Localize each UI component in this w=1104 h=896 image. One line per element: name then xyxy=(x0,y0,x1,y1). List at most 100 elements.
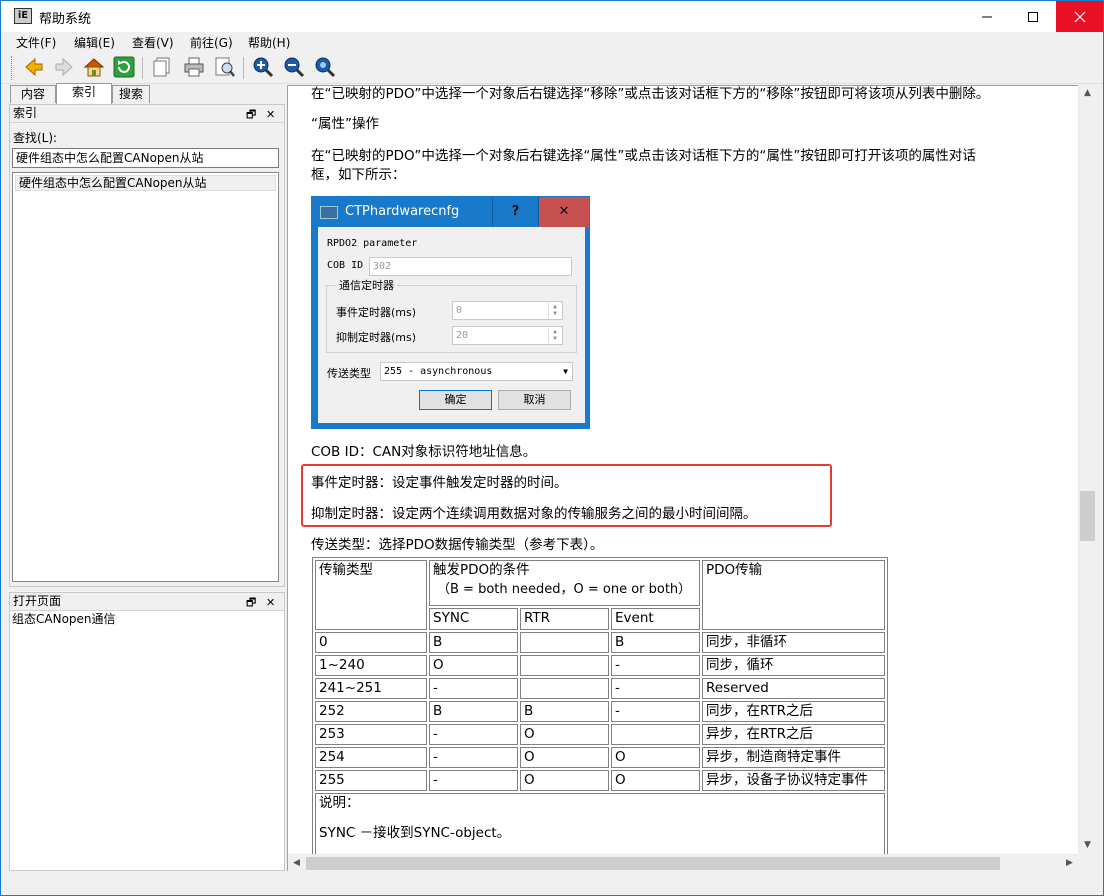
dialog-body: RPDO2 parameter COB ID 302 通信定时器 事件定时器(m… xyxy=(318,227,585,423)
transmission-type-table: 传输类型 触发PDO的条件 （B = both needed，O = one o… xyxy=(312,557,888,866)
copy-icon[interactable] xyxy=(151,55,175,79)
table-header-type: 传输类型 xyxy=(315,560,427,630)
dialog-ok-button: 确定 xyxy=(419,390,492,410)
note-title: 说明： xyxy=(319,795,360,811)
tab-index[interactable]: 索引 xyxy=(56,83,112,104)
list-item[interactable]: 硬件组态中怎么配置CANopen从站 xyxy=(15,175,276,191)
table-header-pdo: PDO传输 xyxy=(702,560,885,630)
float-pane-icon[interactable]: 🗗 xyxy=(246,594,256,611)
dialog-inhibit-value: 20 xyxy=(456,330,469,341)
scroll-left-icon[interactable]: ◀ xyxy=(288,855,305,872)
table-header-condition: 触发PDO的条件 （B = both needed，O = one or bot… xyxy=(429,560,700,607)
table-cell: O xyxy=(520,770,609,791)
header-note: （B = both needed，O = one or both） xyxy=(437,582,692,597)
table-cell: - xyxy=(429,678,518,699)
zoom-reset-icon[interactable] xyxy=(313,55,337,79)
forward-icon[interactable] xyxy=(52,55,76,79)
table-row: 241~251 - - Reserved xyxy=(315,678,885,699)
toolbar-separator xyxy=(142,57,143,79)
table-cell: - xyxy=(429,724,518,745)
dialog-image: CTPhardwarecnfg ? ✕ RPDO2 parameter COB … xyxy=(311,196,590,429)
dialog-cob-label: COB ID xyxy=(327,260,364,271)
menu-go[interactable]: 前往(G) xyxy=(190,34,233,51)
zoom-in-icon[interactable] xyxy=(251,55,275,79)
table-cell: 253 xyxy=(315,724,427,745)
refresh-icon[interactable] xyxy=(112,55,136,79)
table-cell: B xyxy=(429,701,518,722)
scroll-down-icon[interactable]: ▼ xyxy=(1079,837,1096,854)
table-cell: B xyxy=(611,632,700,653)
scroll-right-icon[interactable]: ▶ xyxy=(1061,855,1078,872)
content-paragraph: 事件定时器：设定事件触发定时器的时间。 xyxy=(311,475,568,491)
table-cell: 同步，非循环 xyxy=(702,632,885,653)
table-cell: 异步，制造商特定事件 xyxy=(702,747,885,768)
dialog-event-value: 0 xyxy=(456,305,463,316)
toolbar xyxy=(1,52,1103,84)
table-cell: B xyxy=(429,632,518,653)
dialog-group-label: 通信定时器 xyxy=(336,277,397,293)
back-icon[interactable] xyxy=(22,55,46,79)
zoom-out-icon[interactable] xyxy=(282,55,306,79)
horizontal-scrollbar[interactable]: ◀ ▶ xyxy=(288,854,1078,871)
dialog-type-label: 传送类型 xyxy=(327,367,371,380)
open-pages-title: 打开页面 xyxy=(13,594,62,608)
dialog-app-icon xyxy=(320,206,338,219)
open-pages-header: 打开页面 🗗 ✕ xyxy=(10,593,284,611)
print-icon[interactable] xyxy=(182,55,206,79)
maximize-button[interactable] xyxy=(1010,1,1056,32)
find-input[interactable]: 硬件组态中怎么配置CANopen从站 xyxy=(12,148,279,168)
close-pane-icon[interactable]: ✕ xyxy=(266,106,275,123)
dialog-cob-field: 302 xyxy=(369,257,572,276)
menu-edit[interactable]: 编辑(E) xyxy=(74,34,115,51)
table-cell: 252 xyxy=(315,701,427,722)
scroll-thumb[interactable] xyxy=(1080,491,1095,541)
close-pane-icon[interactable]: ✕ xyxy=(266,594,275,611)
table-cell: 异步，设备子协议特定事件 xyxy=(702,770,885,791)
nav-tabs: 内容 索引 搜索 xyxy=(9,83,285,104)
table-note-row: 说明： SYNC －接收到SYNC-object。 xyxy=(315,793,885,863)
spinner-icon: ▲ ▼ xyxy=(548,328,561,343)
scroll-thumb[interactable] xyxy=(306,857,1000,870)
table-subheader: RTR xyxy=(520,608,609,630)
menu-file[interactable]: 文件(F) xyxy=(16,34,56,51)
toolbar-grip[interactable] xyxy=(11,56,14,80)
minimize-button[interactable] xyxy=(964,1,1010,32)
spinner-icon: ▲ ▼ xyxy=(548,303,561,318)
table-cell: 255 xyxy=(315,770,427,791)
app-icon: iE xyxy=(14,8,32,24)
table-cell xyxy=(520,678,609,699)
scroll-corner xyxy=(1078,854,1095,871)
menu-view[interactable]: 查看(V) xyxy=(132,34,174,51)
content-paragraph: COB ID：CAN对象标识符地址信息。 xyxy=(311,444,537,460)
dialog-type-value: 255 - asynchronous xyxy=(384,366,493,377)
tab-search[interactable]: 搜索 xyxy=(112,85,150,103)
table-cell xyxy=(520,632,609,653)
home-icon[interactable] xyxy=(82,55,106,79)
index-pane-header: 索引 🗗 ✕ xyxy=(10,105,284,123)
index-list: 硬件组态中怎么配置CANopen从站 xyxy=(12,172,279,582)
find-label: 查找(L): xyxy=(13,131,58,145)
table-cell: 同步，在RTR之后 xyxy=(702,701,885,722)
table-row: 255 - O O 异步，设备子协议特定事件 xyxy=(315,770,885,791)
open-page-item[interactable]: 组态CANopen通信 xyxy=(12,610,116,627)
menu-help[interactable]: 帮助(H) xyxy=(248,34,290,51)
scroll-up-icon[interactable]: ▲ xyxy=(1079,85,1096,102)
table-cell xyxy=(520,655,609,676)
chevron-down-icon: ▼ xyxy=(563,367,568,376)
dialog-inhibit-field: 20 ▲ ▼ xyxy=(452,326,563,345)
table-cell: - xyxy=(429,747,518,768)
dialog-event-label: 事件定时器(ms) xyxy=(336,306,417,319)
close-button[interactable] xyxy=(1056,1,1103,32)
float-pane-icon[interactable]: 🗗 xyxy=(246,106,256,123)
table-cell: 同步，循环 xyxy=(702,655,885,676)
tab-contents[interactable]: 内容 xyxy=(10,85,56,103)
table-cell: - xyxy=(611,701,700,722)
table-cell: - xyxy=(429,770,518,791)
table-row: 0 B B 同步，非循环 xyxy=(315,632,885,653)
toolbar-separator xyxy=(243,57,244,79)
dialog-inhibit-label: 抑制定时器(ms) xyxy=(336,331,417,344)
preview-icon[interactable] xyxy=(213,55,237,79)
dialog-event-field: 0 ▲ ▼ xyxy=(452,301,563,320)
vertical-scrollbar[interactable]: ▲ ▼ xyxy=(1078,85,1095,854)
table-row: 252 B B - 同步，在RTR之后 xyxy=(315,701,885,722)
